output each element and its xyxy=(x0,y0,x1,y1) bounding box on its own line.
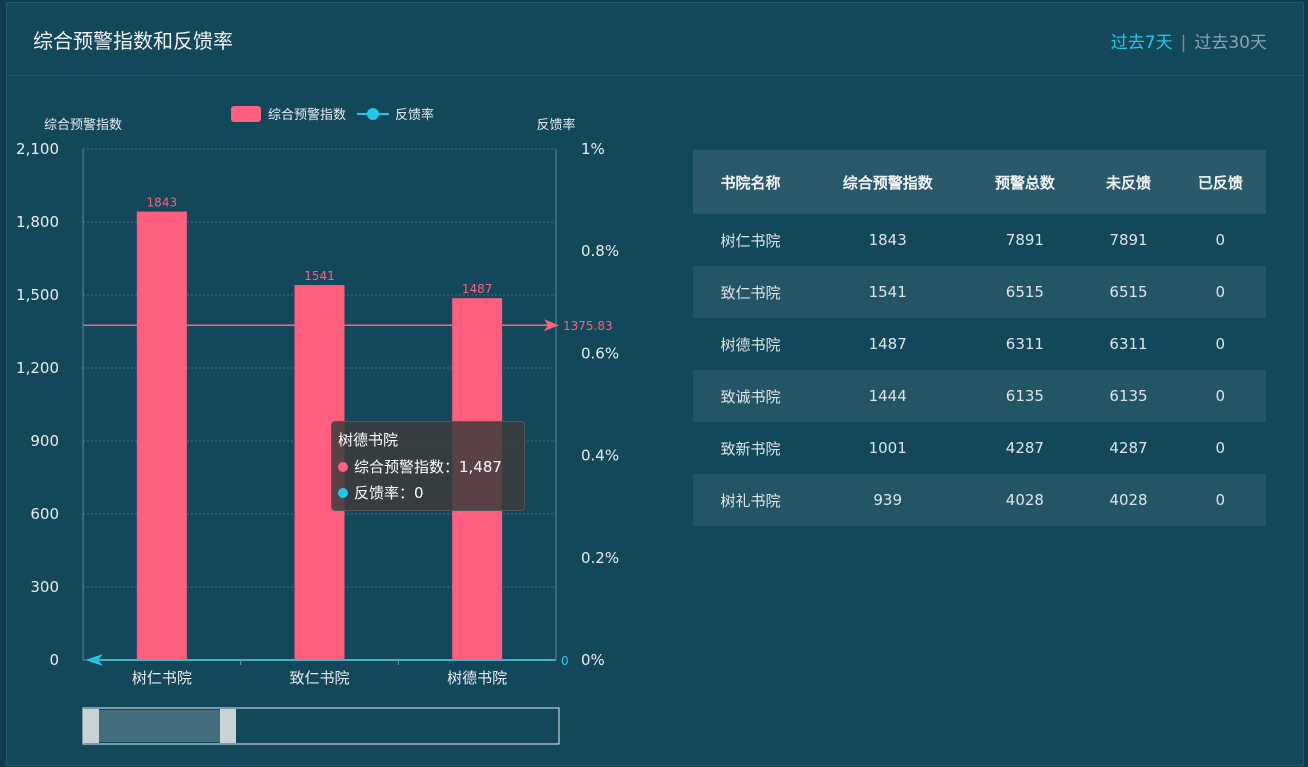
y-right-axis-title: 反馈率 xyxy=(536,117,575,133)
tooltip-title: 树德书院 xyxy=(338,431,399,449)
table-cell: 0 xyxy=(1174,214,1266,266)
tooltip-dot-feedback xyxy=(338,488,348,498)
tooltip-row-index: 综合预警指数：1,487 xyxy=(338,454,516,480)
col-header-name[interactable]: 书院名称 xyxy=(693,150,808,214)
table-cell: 6135 xyxy=(967,370,1083,422)
y-left-tick-label: 2,100 xyxy=(16,140,59,158)
panel-title: 综合预警指数和反馈率 xyxy=(33,29,233,53)
tooltip-index-text: 综合预警指数：1,487 xyxy=(354,458,502,476)
bar-value-label: 1541 xyxy=(304,269,335,283)
table-cell: 1444 xyxy=(807,370,968,422)
legend-label-feedback: 反馈率 xyxy=(395,107,434,123)
y-right-tick-label: 0.6% xyxy=(581,344,619,362)
legend-dot-feedback xyxy=(367,108,379,120)
col-header-unfeedback[interactable]: 未反馈 xyxy=(1082,150,1175,214)
y-right-tick-label: 0.2% xyxy=(581,549,619,567)
zoom-layer xyxy=(82,707,560,745)
x-tick-label: 致仁书院 xyxy=(289,669,349,687)
table-row[interactable]: 树德书院 1487 6311 6311 0 xyxy=(693,318,1266,370)
panel-header: 综合预警指数和反馈率 过去7天 | 过去30天 xyxy=(7,3,1303,76)
table-cell: 6311 xyxy=(1082,318,1175,370)
table-cell: 4028 xyxy=(967,474,1083,526)
table-cell: 致仁书院 xyxy=(693,266,808,318)
period-30-days-button[interactable]: 过去30天 xyxy=(1194,33,1267,53)
x-tick-label: 树德书院 xyxy=(447,669,507,687)
y-right-tick-label: 0.4% xyxy=(581,447,619,465)
legend-layer: 综合预警指数 反馈率 xyxy=(231,106,434,123)
y-left-tick-label: 300 xyxy=(30,578,59,596)
table-cell: 1541 xyxy=(807,266,968,318)
table-row[interactable]: 致诚书院 1444 6135 6135 0 xyxy=(693,370,1266,422)
period-selector: 过去7天 | 过去30天 xyxy=(1111,28,1267,53)
y-left-tick-label: 0 xyxy=(49,651,59,669)
table-cell: 0 xyxy=(1174,422,1266,474)
table-cell: 6311 xyxy=(967,318,1083,370)
legend-label-index: 综合预警指数 xyxy=(268,107,346,123)
table-cell: 0 xyxy=(1174,266,1266,318)
y-left-axis-title: 综合预警指数 xyxy=(44,117,122,133)
table-cell: 致诚书院 xyxy=(693,370,808,422)
table-cell: 7891 xyxy=(1082,214,1175,266)
y-right-tick-label: 1% xyxy=(581,140,605,158)
average-mark-label: 1375.83 xyxy=(563,319,613,333)
x-tick-label: 树仁书院 xyxy=(132,669,192,687)
table-cell: 树德书院 xyxy=(693,318,808,370)
table-cell: 1001 xyxy=(807,422,968,474)
table-cell: 树礼书院 xyxy=(693,474,808,526)
zoom-handle-left[interactable] xyxy=(83,709,99,743)
col-header-total[interactable]: 预警总数 xyxy=(967,150,1083,214)
table-row[interactable]: 致仁书院 1541 6515 6515 0 xyxy=(693,266,1266,318)
y-left-tick-label: 1,200 xyxy=(16,359,59,377)
table-cell: 4028 xyxy=(1082,474,1175,526)
table-cell: 4287 xyxy=(1082,422,1175,474)
table-cell: 树仁书院 xyxy=(693,214,808,266)
bar-value-label: 1487 xyxy=(462,282,493,296)
bar xyxy=(136,211,187,660)
table-cell: 1843 xyxy=(807,214,968,266)
period-separator: | xyxy=(1180,33,1187,53)
y-left-tick-label: 600 xyxy=(30,505,59,523)
y-right-tick-label: 0% xyxy=(581,651,605,669)
table-cell: 0 xyxy=(1174,370,1266,422)
table-row[interactable]: 树礼书院 939 4028 4028 0 xyxy=(693,474,1266,526)
y-left-tick-label: 1,800 xyxy=(16,213,59,231)
y-right-tick-label: 0.8% xyxy=(581,242,619,260)
tooltip-row-feedback: 反馈率：0 xyxy=(338,480,516,506)
y-left-tick-label: 900 xyxy=(30,432,59,450)
zoom-slider-window xyxy=(87,710,227,742)
table-row[interactable]: 致新书院 1001 4287 4287 0 xyxy=(693,422,1266,474)
table-row[interactable]: 树仁书院 1843 7891 7891 0 xyxy=(693,214,1266,266)
chart-svg: 1843 1541 1487 1375.83 0 0 300 600 900 1,200 1,50… xyxy=(16,106,619,745)
warning-index-chart: 1843 1541 1487 1375.83 0 0 300 600 900 1,200 1,50… xyxy=(7,93,647,763)
academy-table: 书院名称 综合预警指数 预警总数 未反馈 已反馈 树仁书院 1843 7891 … xyxy=(693,150,1266,526)
col-header-feedback[interactable]: 已反馈 xyxy=(1174,150,1266,214)
table-cell: 0 xyxy=(1174,318,1266,370)
table-cell: 1487 xyxy=(807,318,968,370)
table-cell: 6515 xyxy=(967,266,1083,318)
dashboard-panel: 综合预警指数和反馈率 过去7天 | 过去30天 1843 1541 1487 1375.8… xyxy=(6,2,1304,766)
table-cell: 4287 xyxy=(967,422,1083,474)
tooltip-feedback-text: 反馈率：0 xyxy=(354,484,424,502)
table-cell: 0 xyxy=(1174,474,1266,526)
y-left-tick-label: 1,500 xyxy=(16,286,59,304)
zoom-handle-right[interactable] xyxy=(220,709,236,743)
period-7-days-button[interactable]: 过去7天 xyxy=(1111,33,1173,53)
bar-value-label: 1843 xyxy=(147,196,178,210)
tooltip-dot-index xyxy=(338,462,348,472)
col-header-index[interactable]: 综合预警指数 xyxy=(807,150,968,214)
table-cell: 致新书院 xyxy=(693,422,808,474)
table-cell: 6515 xyxy=(1082,266,1175,318)
table-cell: 7891 xyxy=(967,214,1083,266)
legend-swatch-index xyxy=(231,106,261,122)
chart-tooltip: 树德书院 综合预警指数：1,487 反馈率：0 xyxy=(331,421,525,511)
table-header-row: 书院名称 综合预警指数 预警总数 未反馈 已反馈 xyxy=(693,150,1266,214)
table-cell: 6135 xyxy=(1082,370,1175,422)
feedback-mark-label: 0 xyxy=(561,654,569,668)
table-cell: 939 xyxy=(807,474,968,526)
